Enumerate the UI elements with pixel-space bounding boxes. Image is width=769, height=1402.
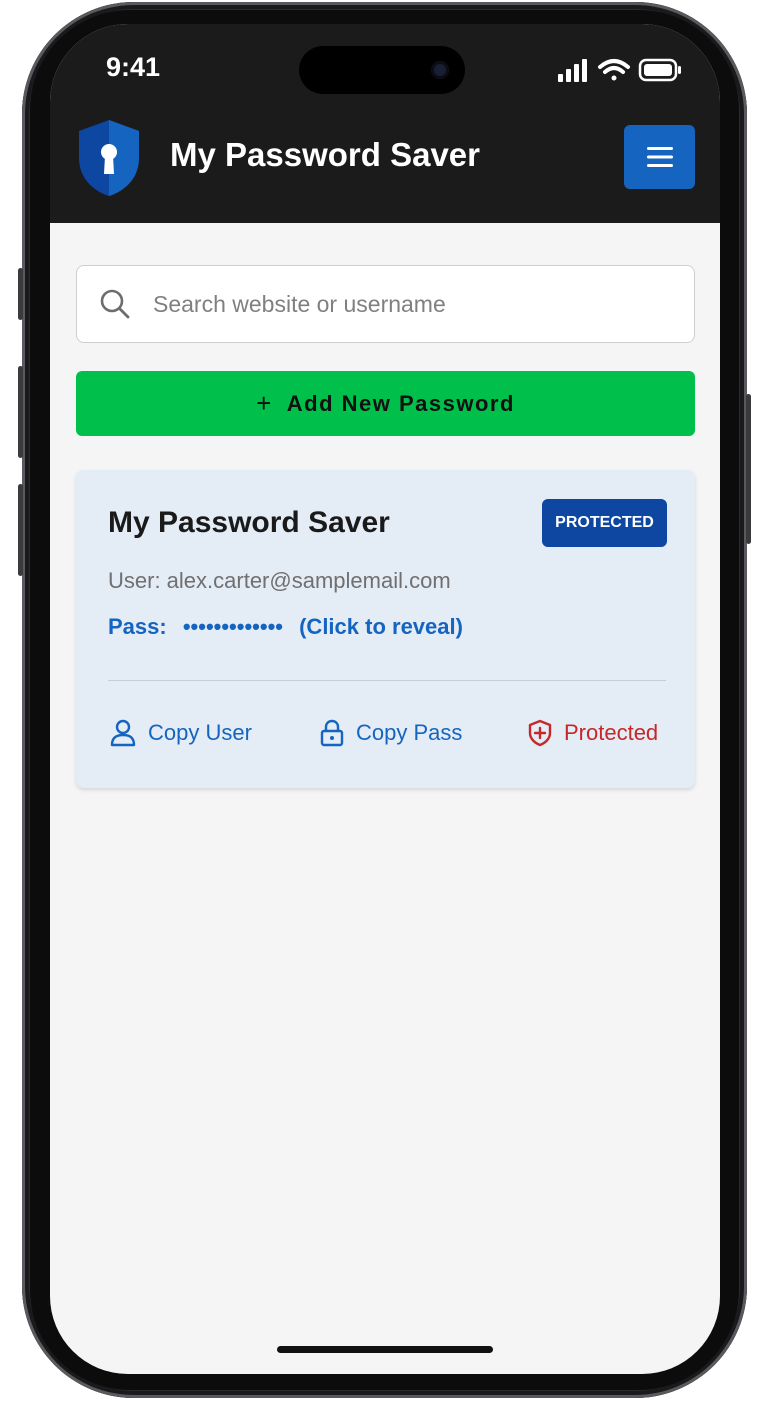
mute-switch	[18, 268, 23, 320]
status-time: 9:41	[106, 52, 161, 82]
copy-pass-label: Copy Pass	[356, 720, 463, 745]
shield-keyhole-icon	[79, 120, 139, 196]
status-icons	[558, 58, 681, 82]
password-mask: •••••••••••••	[182, 614, 283, 639]
lock-icon	[320, 719, 344, 747]
dynamic-island	[299, 46, 465, 94]
plus-icon: +	[256, 388, 273, 418]
password-entry-card[interactable]: My Password Saver PROTECTED User: alex.c…	[76, 470, 695, 788]
search-icon	[100, 289, 130, 319]
copy-user-button[interactable]: Copy User	[110, 716, 252, 750]
user-icon	[110, 719, 136, 747]
front-camera-icon	[431, 61, 449, 79]
search-box[interactable]	[76, 265, 695, 343]
copy-user-label: Copy User	[148, 720, 252, 745]
entry-title: My Password Saver	[108, 506, 390, 539]
protected-label: Protected	[564, 720, 659, 745]
copy-pass-button[interactable]: Copy Pass	[320, 716, 462, 750]
password-label: Pass:	[108, 614, 167, 639]
app-bar: 9:41 My Password Saver	[50, 24, 720, 223]
protected-badge: PROTECTED	[542, 499, 667, 547]
power-button	[746, 394, 751, 544]
menu-button[interactable]	[624, 125, 695, 189]
add-new-password-button[interactable]: + Add New Password	[76, 371, 695, 436]
search-input[interactable]	[151, 280, 675, 328]
shield-plus-icon	[528, 719, 552, 747]
battery-icon	[638, 58, 681, 82]
app-title: My Password Saver	[170, 136, 480, 173]
entry-password-line[interactable]: Pass: ••••••••••••• (Click to reveal)	[108, 614, 473, 640]
entry-username: User: alex.carter@samplemail.com	[108, 568, 451, 593]
add-new-password-label: Add New Password	[286, 390, 515, 416]
wifi-icon	[598, 59, 630, 81]
home-indicator[interactable]	[277, 1346, 493, 1353]
reveal-password-link[interactable]: (Click to reveal)	[299, 614, 463, 639]
protected-status-button[interactable]: Protected	[528, 716, 658, 750]
hamburger-menu-icon	[646, 147, 673, 167]
app-screen: 9:41 My Password Saver Search website or…	[50, 24, 720, 1374]
volume-down-button	[18, 484, 23, 576]
card-divider	[108, 680, 666, 681]
cellular-signal-icon	[558, 59, 587, 82]
volume-up-button	[18, 366, 23, 458]
